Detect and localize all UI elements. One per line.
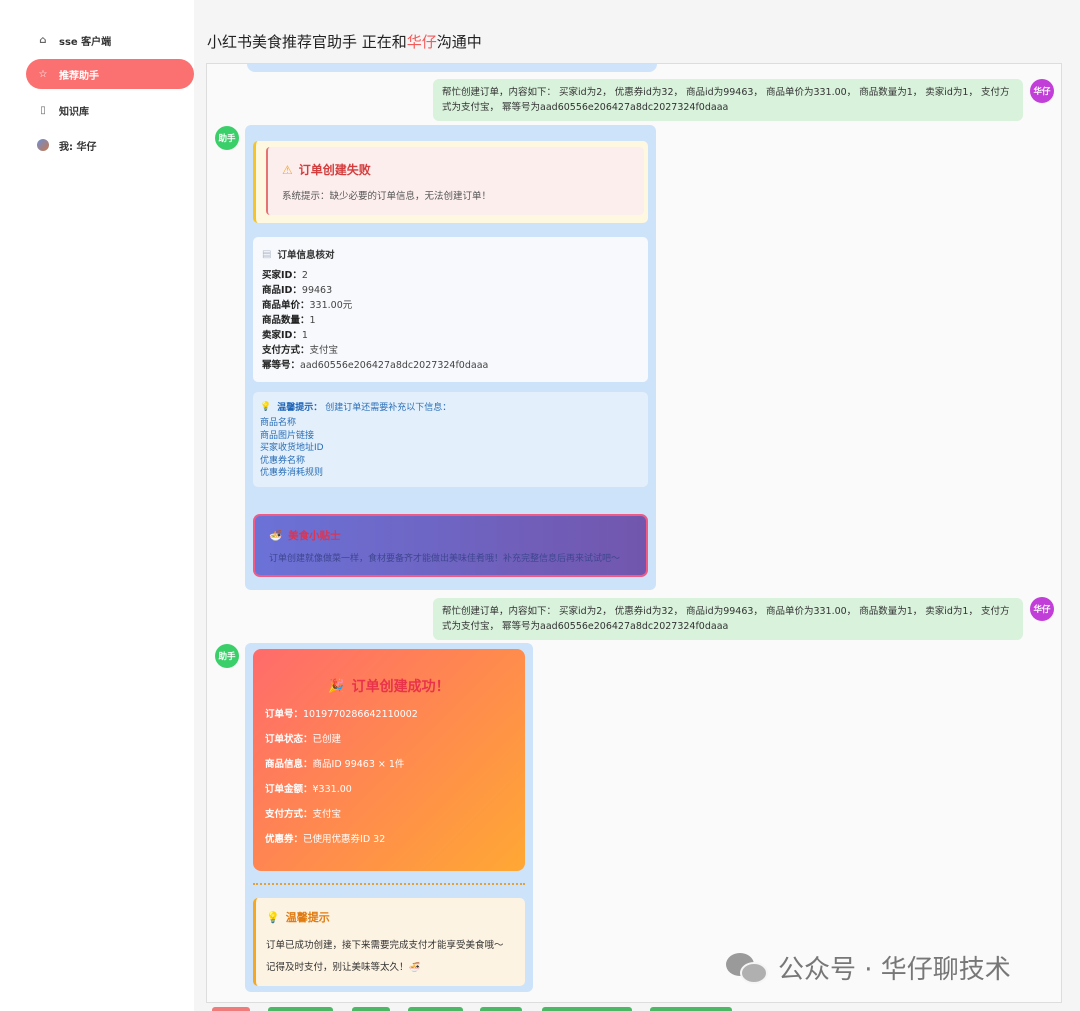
user-message: 帮忙创建订单，内容如下： 买家id为2， 优惠券id为32， 商品id为9946… (433, 598, 1023, 641)
list-item: 买家收货地址ID (260, 443, 324, 453)
warm-tip-card: 💡 温馨提示 订单已成功创建，接下来需要完成支付才能享受美食哦～ 记得及时支付，… (253, 898, 525, 986)
star-icon: ☆ (38, 68, 48, 80)
success-title: 订单创建成功！ (351, 679, 450, 695)
book-icon: ▯ (40, 104, 46, 116)
quick-action-button[interactable] (542, 1007, 632, 1011)
info-row: 商品ID：99463 (262, 285, 333, 296)
error-card: ⚠ 订单创建失败 系统提示：缺少必要的订单信息，无法创建订单！ (253, 141, 648, 223)
assistant-avatar: 助手 (215, 644, 239, 668)
info-row: 卖家ID：1 (262, 330, 308, 341)
info-row: 幂等号：aad60556e206427a8dc2027324f0daaa (262, 360, 489, 371)
sidebar: ⌂ sse 客户端 ☆ 推荐助手 ▯ 知识库 我: 华仔 (0, 0, 194, 1011)
info-row: 买家ID：2 (262, 270, 308, 281)
assistant-avatar: 助手 (215, 126, 239, 150)
page-title: 小红书美食推荐官助手 正在和华仔沟通中 (207, 33, 482, 51)
warm-tip-line: 订单已成功创建，接下来需要完成支付才能享受美食哦～ (266, 940, 504, 951)
order-info-card: ▤ 订单信息核对 买家ID：2 商品ID：99463 商品单价：331.00元 … (253, 237, 648, 382)
error-title: 订单创建失败 (298, 163, 371, 177)
quick-action-button[interactable] (650, 1007, 732, 1011)
dotted-divider (253, 883, 525, 885)
user-avatar: 华仔 (1030, 597, 1054, 621)
list-item: 商品图片链接 (260, 430, 315, 441)
sidebar-item-label: 我: 华仔 (59, 141, 97, 153)
food-tip-title: 美食小贴士 (288, 530, 341, 542)
list-item: 优惠券名称 (260, 455, 306, 466)
list-item: 优惠券消耗规则 (260, 468, 324, 478)
success-card: 🎉 订单创建成功！ 订单号：1019770286642110002 订单状态：已… (253, 649, 525, 871)
quick-action-button[interactable] (268, 1007, 333, 1011)
lightbulb-icon: 💡 (260, 401, 272, 412)
order-detail-row: 订单状态：已创建 (265, 734, 342, 745)
list-item: 商品名称 (260, 418, 297, 428)
watermark: 公众号 · 华仔聊技术 (726, 949, 1011, 986)
missing-fields-list: 商品名称 商品图片链接 买家收货地址ID 优惠券名称 优惠券消耗规则 (260, 417, 641, 480)
info-row: 商品单价：331.00元 (262, 300, 353, 311)
user-avatar: 华仔 (1030, 79, 1054, 103)
quick-action-button[interactable] (212, 1007, 250, 1011)
user-message: 帮忙创建订单，内容如下： 买家id为2， 优惠券id为32， 商品id为9946… (433, 79, 1023, 122)
contact-name: 华仔 (406, 33, 437, 51)
assistant-message: 🎉 订单创建成功！ 订单号：1019770286642110002 订单状态：已… (245, 643, 533, 992)
sidebar-item-recommend-assistant[interactable]: ☆ 推荐助手 (26, 59, 194, 89)
tip-label: 温馨提示： (277, 403, 323, 413)
warm-tip-line: 记得及时支付，别让美味等太久！🍜 (266, 962, 421, 973)
food-tip-card: 🍜 美食小贴士 订单创建就像做菜一样，食材要备齐才能做出美味佳肴哦！补充完整信息… (253, 514, 648, 577)
sidebar-item-knowledge-base[interactable]: ▯ 知识库 (26, 95, 194, 125)
wechat-icon (726, 951, 770, 985)
tip-text: 创建订单还需要补充以下信息： (325, 403, 452, 413)
assistant-message: ⚠ 订单创建失败 系统提示：缺少必要的订单信息，无法创建订单！ ▤ 订单信息核对… (245, 125, 656, 590)
info-title: 订单信息核对 (277, 250, 335, 261)
chat-area[interactable]: 帮忙创建订单，内容如下： 买家id为2， 优惠券id为32， 商品id为9946… (206, 63, 1062, 1003)
order-detail-row: 订单号：1019770286642110002 (265, 709, 418, 720)
previous-message-stub (247, 64, 657, 72)
food-tip-text: 订单创建就像做菜一样，食材要备齐才能做出美味佳肴哦！补充完整信息后再来试试吧～ (269, 554, 621, 564)
info-row: 支付方式：支付宝 (262, 345, 339, 356)
sidebar-item-label: sse 客户端 (59, 36, 112, 48)
quick-action-button[interactable] (352, 1007, 390, 1011)
tip-card: 💡 温馨提示： 创建订单还需要补充以下信息： 商品名称 商品图片链接 买家收货地… (253, 392, 648, 487)
party-popper-icon: 🎉 (328, 678, 345, 694)
sidebar-item-label: 推荐助手 (59, 70, 99, 82)
watermark-text: 公众号 · 华仔聊技术 (778, 955, 1011, 985)
lightbulb-icon: 💡 (266, 910, 280, 924)
bowl-icon: 🍜 (269, 530, 283, 542)
error-inner: ⚠ 订单创建失败 系统提示：缺少必要的订单信息，无法创建订单！ (266, 147, 644, 215)
quick-action-button[interactable] (480, 1007, 522, 1011)
warm-tip-title: 温馨提示 (285, 911, 330, 924)
clipboard-icon: ▤ (262, 248, 272, 260)
bottom-quick-actions (212, 1007, 732, 1011)
order-detail-row: 商品信息：商品ID 99463 × 1件 (265, 759, 405, 770)
avatar (37, 139, 49, 151)
home-icon: ⌂ (39, 34, 47, 46)
order-detail-row: 优惠券：已使用优惠券ID 32 (265, 834, 386, 845)
sidebar-item-label: 知识库 (59, 106, 89, 118)
info-row: 商品数量：1 (262, 315, 316, 326)
quick-action-button[interactable] (408, 1007, 463, 1011)
warning-icon: ⚠ (282, 162, 293, 177)
sidebar-item-profile[interactable]: 我: 华仔 (26, 130, 194, 160)
sidebar-item-sse-client[interactable]: ⌂ sse 客户端 (26, 25, 194, 55)
order-detail-row: 订单金额：¥331.00 (265, 784, 352, 795)
order-detail-row: 支付方式：支付宝 (265, 809, 342, 820)
error-text: 系统提示：缺少必要的订单信息，无法创建订单！ (282, 191, 492, 202)
